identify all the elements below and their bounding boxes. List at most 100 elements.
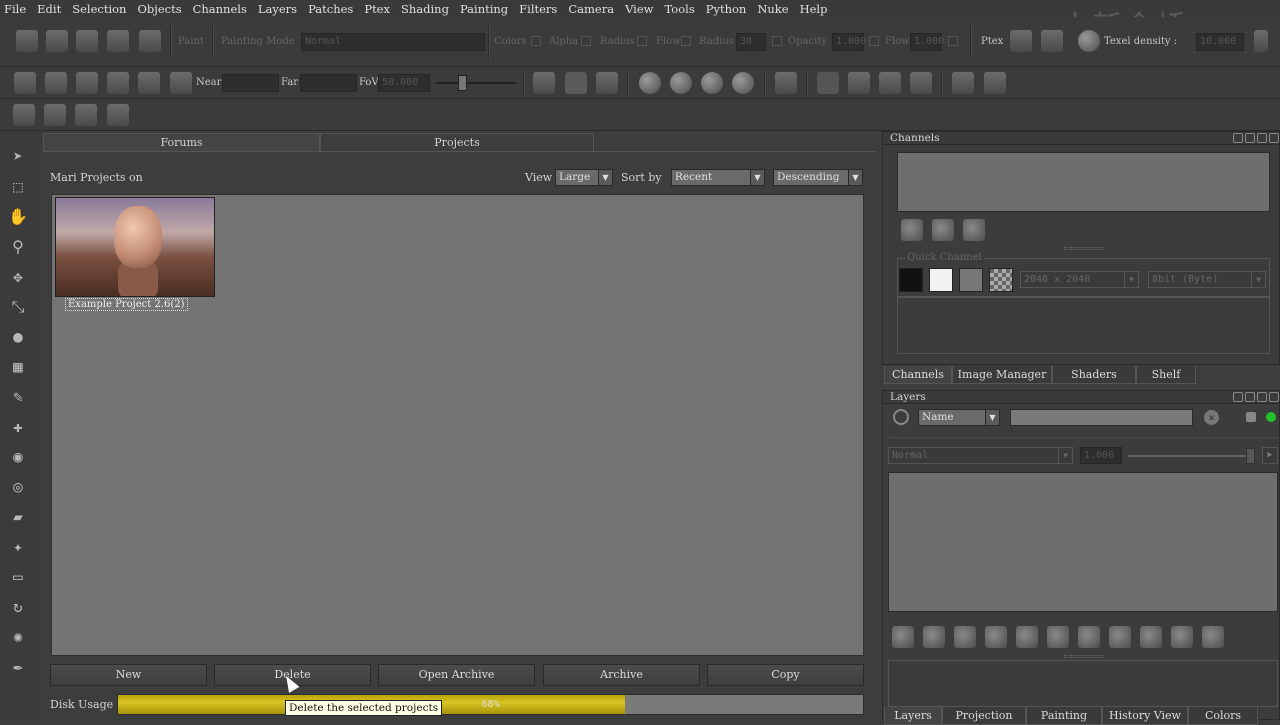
flow-input[interactable]: 1.000 xyxy=(910,33,944,51)
menu-item-channels[interactable]: Channels xyxy=(193,2,247,16)
menu-item-nuke[interactable]: Nuke xyxy=(757,2,788,16)
radius-checkbox[interactable] xyxy=(637,36,647,46)
select-add-icon[interactable] xyxy=(44,104,66,126)
opacity-input[interactable]: 1.000 xyxy=(832,33,866,51)
texel-spin-icon[interactable] xyxy=(1254,30,1268,52)
near-input[interactable] xyxy=(222,74,279,92)
alpha-checkbox[interactable] xyxy=(581,36,591,46)
archive-button[interactable]: Archive xyxy=(543,664,700,686)
far-input[interactable] xyxy=(300,74,357,92)
flow-checkbox[interactable] xyxy=(681,36,691,46)
sphere-tool-icon[interactable]: ◎ xyxy=(8,477,28,497)
full-shade-icon[interactable] xyxy=(701,72,723,94)
refresh-icon[interactable] xyxy=(1233,392,1243,402)
menu-item-layers[interactable]: Layers xyxy=(258,2,297,16)
zoom-tool-icon[interactable]: ⚲ xyxy=(8,237,28,257)
layer-opacity-handle[interactable] xyxy=(1246,448,1255,464)
black-swatch[interactable] xyxy=(899,268,923,292)
select-set-icon[interactable] xyxy=(13,104,35,126)
eyedropper-tool-icon[interactable]: ✒ xyxy=(8,657,28,677)
close-icon[interactable] xyxy=(1269,133,1279,143)
select-tool-icon[interactable]: ➤ xyxy=(8,147,28,167)
add-layer-icon[interactable] xyxy=(892,626,914,648)
frame-icon[interactable] xyxy=(76,72,98,94)
transparent-swatch[interactable] xyxy=(989,268,1013,292)
eraser-tool-icon[interactable]: ▰ xyxy=(8,507,28,527)
tab-shaders[interactable]: Shaders xyxy=(1052,366,1136,384)
align-v-icon[interactable] xyxy=(879,72,901,94)
group-layer-icon[interactable] xyxy=(954,626,976,648)
channels-list[interactable] xyxy=(897,152,1270,212)
radial-tool-icon[interactable]: ◉ xyxy=(8,447,28,467)
menu-item-objects[interactable]: Objects xyxy=(137,2,181,16)
tab-painting[interactable]: Painting xyxy=(1026,707,1102,725)
open-archive-button[interactable]: Open Archive xyxy=(378,664,535,686)
select-remove-icon[interactable] xyxy=(75,104,97,126)
gear-tool-icon[interactable]: ✺ xyxy=(8,627,28,647)
copy-button[interactable]: Copy xyxy=(707,664,864,686)
redo-icon[interactable] xyxy=(139,30,161,52)
grid-layer-icon[interactable] xyxy=(1202,626,1224,648)
radius-input[interactable]: 30 xyxy=(736,33,766,51)
tab-channels[interactable]: Channels xyxy=(884,366,952,384)
pin-tool-icon[interactable]: ✚ xyxy=(8,417,28,437)
painting-mode-dropdown[interactable]: Normal xyxy=(301,33,485,51)
white-swatch[interactable] xyxy=(929,268,953,292)
move-tool-icon[interactable]: ✥ xyxy=(8,267,28,287)
distribute-icon[interactable] xyxy=(910,72,932,94)
maximize-icon[interactable] xyxy=(1257,133,1267,143)
sort-dropdown[interactable]: Recent ▼ xyxy=(671,169,765,186)
layer-opacity-input[interactable]: 1.000 xyxy=(1080,447,1122,464)
fov-slider[interactable] xyxy=(436,82,516,84)
tab-projection[interactable]: Projection xyxy=(942,707,1026,725)
spec-shade-icon[interactable] xyxy=(732,72,754,94)
layer-stack-icon[interactable] xyxy=(1109,626,1131,648)
menu-item-help[interactable]: Help xyxy=(800,2,828,16)
lit-shade-icon[interactable] xyxy=(670,72,692,94)
project-name[interactable]: Example Project 2.6(2) xyxy=(65,298,188,311)
tab-colors[interactable]: Colors xyxy=(1188,707,1258,725)
menu-item-ptex[interactable]: Ptex xyxy=(364,2,390,16)
clone-tool-icon[interactable]: ✦ xyxy=(8,537,28,557)
fov-input[interactable]: 50.000 xyxy=(378,74,430,92)
transform-reset-icon[interactable] xyxy=(984,72,1006,94)
tab-image-manager[interactable]: Image Manager xyxy=(952,366,1052,384)
pan-tool-icon[interactable]: ✋ xyxy=(8,207,28,227)
opacity-lock[interactable] xyxy=(869,36,879,46)
frame-selection-icon[interactable] xyxy=(775,72,797,94)
menu-item-python[interactable]: Python xyxy=(706,2,747,16)
ortho-icon[interactable] xyxy=(138,72,160,94)
cube-view-icon[interactable] xyxy=(14,72,36,94)
flat-shade-icon[interactable] xyxy=(639,72,661,94)
remove-channel-icon[interactable] xyxy=(963,219,985,241)
layer-filter-dropdown[interactable]: Name ▼ xyxy=(918,409,1000,426)
menu-item-patches[interactable]: Patches xyxy=(308,2,353,16)
save-icon[interactable] xyxy=(76,30,98,52)
marquee-select-tool-icon[interactable]: ⬚ xyxy=(8,177,28,197)
close-icon[interactable] xyxy=(1269,392,1279,402)
layer-visibility-icon[interactable] xyxy=(1246,412,1256,422)
transform-tool-icon[interactable]: ⤡ xyxy=(8,297,28,317)
refresh-icon[interactable] xyxy=(1233,133,1243,143)
transform-icon[interactable] xyxy=(952,72,974,94)
texel-icon[interactable] xyxy=(1078,30,1100,52)
colors-checkbox[interactable] xyxy=(531,36,541,46)
tab-projects[interactable]: Projects xyxy=(320,133,594,151)
adjustment-layer-icon[interactable] xyxy=(985,626,1007,648)
tab-shelf[interactable]: Shelf xyxy=(1136,366,1196,384)
pivot-icon[interactable] xyxy=(817,72,839,94)
mask-stack-icon[interactable] xyxy=(1078,626,1100,648)
gray-swatch[interactable] xyxy=(959,268,983,292)
menu-item-edit[interactable]: Edit xyxy=(37,2,61,16)
tab-layers[interactable]: Layers xyxy=(884,707,942,725)
menu-item-shading[interactable]: Shading xyxy=(401,2,449,16)
channel-depth-dropdown[interactable]: 8bit (Byte) ▼ xyxy=(1148,271,1266,288)
new-button[interactable]: New xyxy=(50,664,207,686)
procedural-layer-icon[interactable] xyxy=(1016,626,1038,648)
merge-layer-icon[interactable] xyxy=(1140,626,1162,648)
maximize-icon[interactable] xyxy=(1257,392,1267,402)
flow-lock[interactable] xyxy=(948,36,958,46)
blur-tool-icon[interactable]: ● xyxy=(8,327,28,347)
layer-opacity-slider[interactable] xyxy=(1128,455,1253,457)
close-file-icon[interactable] xyxy=(46,30,68,52)
